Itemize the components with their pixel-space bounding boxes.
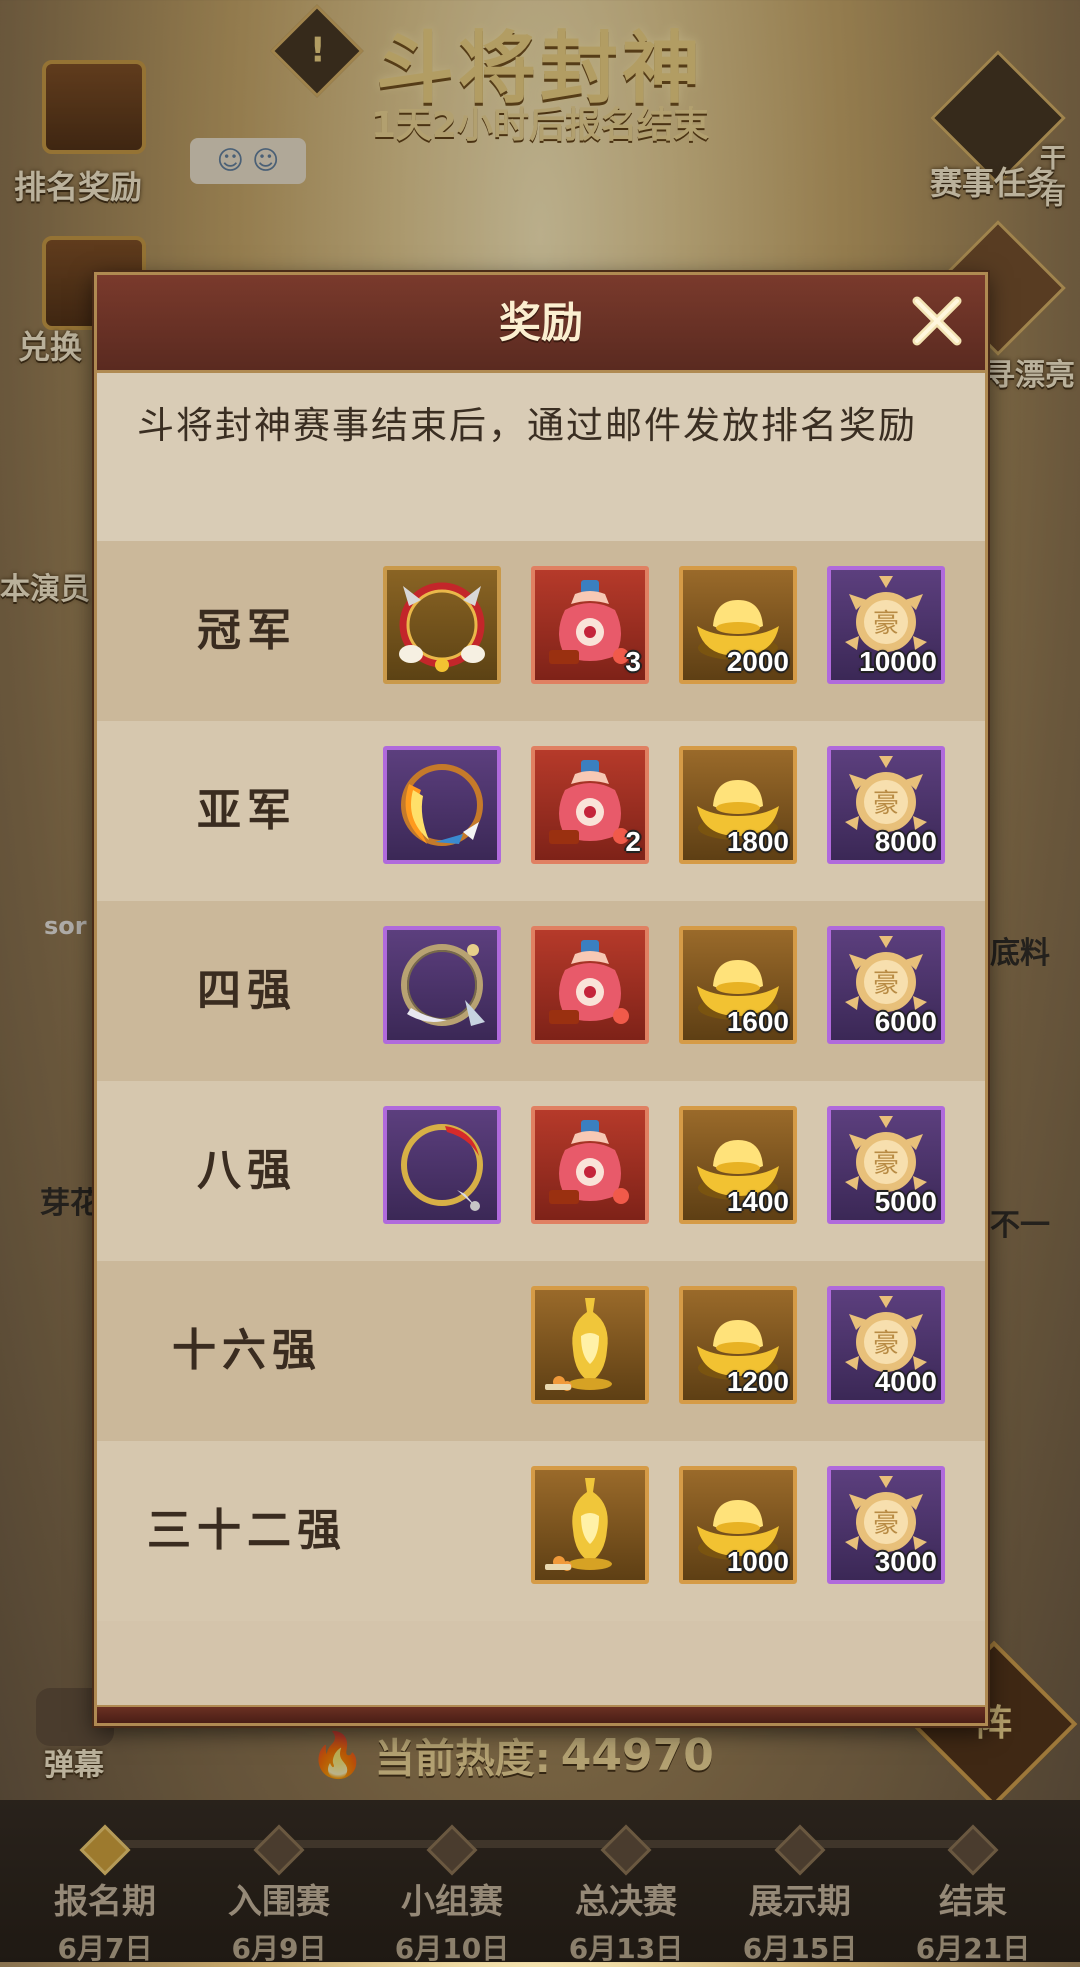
reward-tier-row: 十六强 1200 4000	[97, 1261, 985, 1441]
gold-ingot-icon[interactable]: 1000	[679, 1466, 797, 1584]
coin-medal-icon[interactable]: 4000	[827, 1286, 945, 1404]
tier-rank-label: 冠军	[197, 605, 297, 656]
item-qty: 8000	[874, 826, 937, 857]
coin-medal-icon[interactable]: 8000	[827, 746, 945, 864]
reward-tier-list: 冠军 3 2000 10000 亚军 2 1800 8000 四强 1600 6…	[97, 541, 985, 1621]
item-qty: 1800	[726, 826, 789, 857]
red-gourd-bag-icon[interactable]: 2	[531, 746, 649, 864]
item-qty: 1200	[726, 1366, 789, 1397]
gold-ingot-icon[interactable]: 1400	[679, 1106, 797, 1224]
gold-vase-icon[interactable]	[531, 1466, 649, 1584]
reward-tier-row: 四强 1600 6000	[97, 901, 985, 1081]
runner-up-frame-icon[interactable]	[383, 746, 501, 864]
item-qty: 10000	[859, 646, 937, 677]
item-qty: 6000	[874, 1006, 937, 1037]
item-qty: 1000	[726, 1546, 789, 1577]
reward-tier-row: 三十二强 1000 3000	[97, 1441, 985, 1621]
champion-frame-icon[interactable]	[383, 566, 501, 684]
close-button[interactable]	[907, 291, 967, 351]
red-gourd-bag-icon[interactable]: 3	[531, 566, 649, 684]
modal-title: 奖励	[498, 298, 583, 347]
modal-footer-trim	[97, 1705, 985, 1723]
item-qty: 5000	[874, 1186, 937, 1217]
top4-frame-icon[interactable]	[383, 926, 501, 1044]
red-gourd-bag-icon[interactable]	[531, 926, 649, 1044]
item-qty: 2	[625, 826, 641, 857]
modal-header: 奖励	[97, 275, 985, 373]
tier-rank-label: 八强	[197, 1145, 297, 1196]
gold-vase-icon[interactable]	[531, 1286, 649, 1404]
item-qty: 1600	[726, 1006, 789, 1037]
item-qty: 2000	[726, 646, 789, 677]
description-text: 斗将封神赛事结束后，通过邮件发放排名奖励	[137, 404, 917, 447]
gold-ingot-icon[interactable]: 1800	[679, 746, 797, 864]
item-qty: 1400	[726, 1186, 789, 1217]
gold-ingot-icon[interactable]: 1200	[679, 1286, 797, 1404]
tier-rank-label: 十六强	[172, 1325, 322, 1376]
coin-medal-icon[interactable]: 5000	[827, 1106, 945, 1224]
coin-medal-icon[interactable]: 3000	[827, 1466, 945, 1584]
item-qty: 3	[625, 646, 641, 677]
tier-rank-label: 四强	[197, 965, 297, 1016]
tier-rank-label: 亚军	[197, 785, 297, 836]
item-qty: 3000	[874, 1546, 937, 1577]
rewards-modal: 奖励 斗将封神赛事结束后，通过邮件发放排名奖励 冠军 3 2000 10000 …	[94, 272, 988, 1726]
coin-medal-icon[interactable]: 6000	[827, 926, 945, 1044]
close-icon	[912, 296, 962, 346]
reward-tier-row: 冠军 3 2000 10000	[97, 541, 985, 721]
red-gourd-bag-icon[interactable]	[531, 1106, 649, 1224]
reward-description: 斗将封神赛事结束后，通过邮件发放排名奖励	[97, 373, 985, 541]
gold-ingot-icon[interactable]: 2000	[679, 566, 797, 684]
top8-frame-icon[interactable]	[383, 1106, 501, 1224]
reward-tier-row: 亚军 2 1800 8000	[97, 721, 985, 901]
item-qty: 4000	[874, 1366, 937, 1397]
tier-rank-label: 三十二强	[147, 1505, 347, 1556]
reward-tier-row: 八强 1400 5000	[97, 1081, 985, 1261]
gold-ingot-icon[interactable]: 1600	[679, 926, 797, 1044]
coin-medal-icon[interactable]: 10000	[827, 566, 945, 684]
